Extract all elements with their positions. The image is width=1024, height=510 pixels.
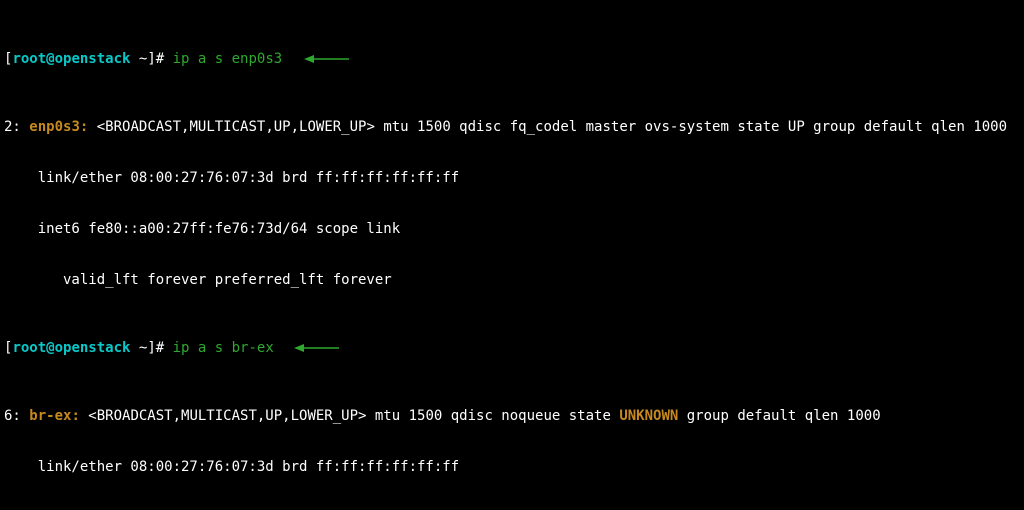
iface-name-enp0s3: enp0s3: [29, 119, 88, 135]
command-ip-enp0s3: ip a s enp0s3 [173, 51, 291, 67]
arrow-annotation-icon [294, 342, 340, 354]
enp0s3-link-ether: link/ether 08:00:27:76:07:3d brd ff:ff:f… [4, 170, 1020, 187]
state-unknown: UNKNOWN [619, 408, 678, 424]
command-ip-br-ex: ip a s br-ex [173, 340, 283, 356]
prompt-host: openstack [55, 51, 131, 67]
enp0s3-inet6: inet6 fe80::a00:27ff:fe76:73d/64 scope l… [4, 221, 1020, 238]
arrow-annotation-icon [304, 53, 350, 65]
br-ex-link-ether: link/ether 08:00:27:76:07:3d brd ff:ff:f… [4, 459, 1020, 476]
iface-br-ex-header: 6: br-ex: <BROADCAST,MULTICAST,UP,LOWER_… [4, 408, 1020, 425]
prompt-at: @ [46, 51, 54, 67]
enp0s3-valid-lft: valid_lft forever preferred_lft forever [4, 272, 1020, 289]
prompt-line-2: [root@openstack ~]# ip a s br-ex [4, 340, 1020, 357]
terminal[interactable]: [root@openstack ~]# ip a s enp0s3 2: enp… [0, 0, 1024, 510]
prompt-user: root [12, 51, 46, 67]
prompt-line-1: [root@openstack ~]# ip a s enp0s3 [4, 51, 1020, 68]
iface-enp0s3-header: 2: enp0s3: <BROADCAST,MULTICAST,UP,LOWER… [4, 119, 1020, 136]
iface-name-br-ex: br-ex: [29, 408, 80, 424]
